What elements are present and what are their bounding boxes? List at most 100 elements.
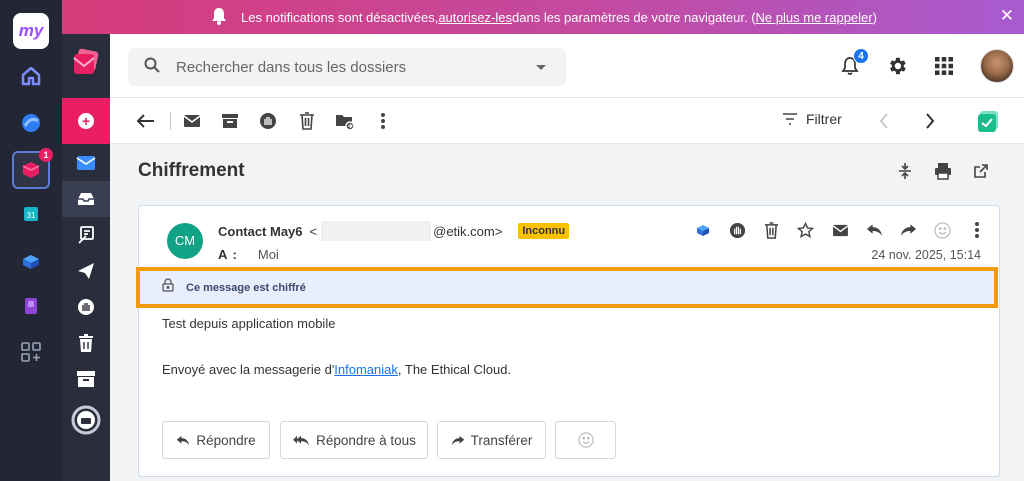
- spam-icon[interactable]: [256, 109, 280, 133]
- trash-icon[interactable]: [62, 325, 110, 361]
- message-date: 24 nov. 2025, 15:14: [871, 248, 981, 262]
- sender-line: Contact May6 < @etik.com> Inconnu: [218, 221, 570, 241]
- drafts-icon[interactable]: [62, 217, 110, 253]
- lock-icon: [162, 278, 174, 297]
- more-vertical-icon[interactable]: [371, 109, 395, 133]
- print-icon[interactable]: [932, 160, 954, 182]
- sender-email-domain[interactable]: @etik.com>: [433, 224, 502, 239]
- unknown-sender-badge: Inconnu: [518, 223, 570, 239]
- notification-banner: Les notifications sont désactivées, auto…: [62, 0, 1024, 34]
- contacts-icon[interactable]: [19, 294, 43, 318]
- message-subject: Chiffrement: [138, 160, 245, 181]
- archive-icon[interactable]: [218, 109, 242, 133]
- kmeet-logo[interactable]: my: [13, 13, 49, 49]
- mark-unread-icon[interactable]: [180, 109, 204, 133]
- sender-email-open: <: [309, 223, 318, 239]
- signature-text: Envoyé avec la messagerie d': [162, 362, 335, 377]
- mail-app-icon[interactable]: 1: [12, 148, 53, 189]
- message-signature: Envoyé avec la messagerie d'Infomaniak, …: [162, 362, 511, 377]
- mail-app-badge: 1: [39, 148, 53, 162]
- message-toolbar: Filtrer: [110, 98, 1024, 144]
- home-icon[interactable]: [19, 64, 43, 88]
- allow-notifications-link[interactable]: autorisez-les: [438, 10, 512, 25]
- trash-icon[interactable]: [295, 109, 319, 133]
- sender-name[interactable]: Contact May6: [218, 224, 303, 239]
- reply-button-label: Répondre: [196, 432, 256, 448]
- filter-icon: [783, 113, 797, 125]
- redacted-email: [321, 221, 432, 241]
- apps-grid-icon[interactable]: [932, 54, 956, 78]
- forward-button[interactable]: Transférer: [437, 421, 546, 459]
- drive-save-icon[interactable]: [693, 220, 713, 240]
- dismiss-reminder-link[interactable]: Ne plus me rappeler: [756, 10, 873, 25]
- bell-icon: [209, 6, 229, 29]
- forward-icon[interactable]: [898, 220, 918, 240]
- reply-button[interactable]: Répondre: [162, 421, 270, 459]
- mail-logo-icon: [70, 46, 102, 78]
- app-rail: my 1 31: [0, 0, 62, 481]
- forward-button-label: Transférer: [470, 432, 533, 448]
- back-arrow-icon[interactable]: [134, 109, 158, 133]
- notifications-icon[interactable]: 4: [838, 48, 869, 78]
- spam-icon[interactable]: [62, 289, 110, 325]
- inbox-tray-icon[interactable]: [62, 181, 110, 217]
- kchat-app-icon[interactable]: [976, 109, 1000, 133]
- emoji-icon: [577, 432, 594, 448]
- open-new-window-icon[interactable]: [970, 160, 992, 182]
- archive-icon[interactable]: [62, 361, 110, 397]
- filter-button[interactable]: Filtrer: [782, 111, 842, 127]
- close-icon[interactable]: ✕: [1000, 7, 1014, 25]
- reply-icon: [177, 435, 190, 445]
- trash-icon[interactable]: [761, 220, 781, 240]
- more-vertical-icon[interactable]: [967, 220, 987, 240]
- infomaniak-link[interactable]: Infomaniak: [334, 362, 398, 377]
- encryption-notice: Ce message est chiffré: [136, 267, 998, 308]
- ai-icon[interactable]: [19, 111, 43, 135]
- top-header: Rechercher dans tous les dossiers 4: [110, 34, 1024, 98]
- drive-icon[interactable]: [19, 249, 43, 273]
- emoji-reaction-button[interactable]: [555, 421, 616, 459]
- plus-icon: +: [78, 113, 94, 129]
- move-folder-icon[interactable]: [333, 109, 357, 133]
- recipient-line: A : Moi: [218, 247, 279, 262]
- to-label: A :: [218, 247, 238, 262]
- expand-collapse-icon[interactable]: [894, 160, 916, 182]
- message-view: Filtrer Chiffrement CM Contact May6 < @et…: [110, 98, 1024, 481]
- gear-icon[interactable]: [885, 54, 909, 78]
- search-icon: [144, 57, 160, 78]
- message-body-line: Test depuis application mobile: [162, 316, 336, 331]
- forward-icon: [451, 435, 464, 445]
- recipient-name[interactable]: Moi: [258, 247, 279, 262]
- mark-unread-icon[interactable]: [830, 220, 850, 240]
- reply-icon[interactable]: [864, 220, 884, 240]
- banner-text-end: ): [872, 9, 877, 25]
- storage-icon[interactable]: [62, 402, 110, 438]
- new-message-button[interactable]: +: [62, 98, 110, 144]
- inbox-icon[interactable]: [62, 145, 110, 181]
- reply-all-button-label: Répondre à tous: [316, 432, 416, 448]
- apps-grid-icon[interactable]: [19, 340, 43, 364]
- banner-text: Les notifications sont désactivées,: [241, 9, 439, 25]
- user-avatar[interactable]: [980, 49, 1014, 83]
- next-message-icon[interactable]: [918, 109, 942, 133]
- star-icon[interactable]: [795, 220, 815, 240]
- banner-text-middle: dans les paramètres de votre navigateur.…: [512, 9, 756, 25]
- toolbar-divider: [170, 112, 171, 130]
- notification-count-badge: 4: [853, 48, 869, 64]
- signature-text-end: , The Ethical Cloud.: [397, 362, 512, 377]
- filter-label: Filtrer: [806, 111, 842, 127]
- previous-message-icon[interactable]: [872, 109, 896, 133]
- spam-icon[interactable]: [727, 220, 747, 240]
- search-bar[interactable]: Rechercher dans tous les dossiers: [128, 48, 566, 86]
- chevron-down-icon[interactable]: [536, 64, 546, 70]
- search-input[interactable]: Rechercher dans tous les dossiers: [176, 59, 536, 76]
- encryption-notice-text: Ce message est chiffré: [186, 281, 306, 294]
- reply-all-button[interactable]: Répondre à tous: [280, 421, 428, 459]
- svg-text:31: 31: [27, 211, 36, 220]
- sender-avatar[interactable]: CM: [167, 223, 203, 259]
- sent-icon[interactable]: [62, 253, 110, 289]
- reply-all-icon: [293, 435, 309, 445]
- mail-sidebar: +: [62, 34, 110, 481]
- emoji-reaction-icon[interactable]: [932, 220, 952, 240]
- calendar-icon[interactable]: 31: [19, 202, 43, 226]
